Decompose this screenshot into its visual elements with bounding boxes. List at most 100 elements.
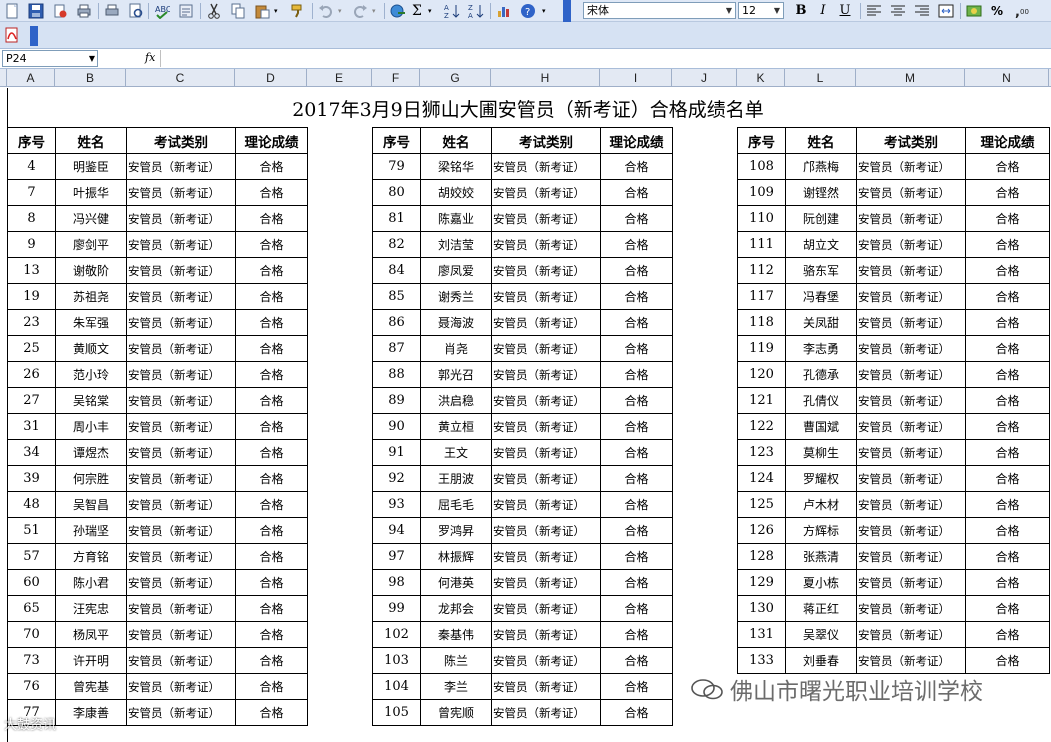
currency-icon[interactable] bbox=[966, 3, 982, 19]
score-cell[interactable]: 合格 bbox=[235, 621, 308, 648]
undo-dropdown-icon[interactable]: ▾ bbox=[338, 3, 346, 19]
name-cell[interactable]: 洪启稳 bbox=[420, 387, 492, 414]
category-cell[interactable]: 安管员（新考证） bbox=[856, 179, 966, 206]
category-cell[interactable]: 安管员（新考证） bbox=[491, 335, 601, 362]
format-painter-icon[interactable] bbox=[290, 3, 306, 19]
score-cell[interactable]: 合格 bbox=[965, 387, 1050, 414]
name-cell[interactable]: 方育铭 bbox=[55, 543, 127, 570]
category-cell[interactable]: 安管员（新考证） bbox=[856, 543, 966, 570]
category-cell[interactable]: 安管员（新考证） bbox=[491, 491, 601, 518]
category-cell[interactable]: 安管员（新考证） bbox=[856, 361, 966, 388]
seq-cell[interactable]: 112 bbox=[737, 257, 786, 284]
seq-cell[interactable]: 27 bbox=[7, 387, 56, 414]
score-cell[interactable]: 合格 bbox=[235, 257, 308, 284]
score-cell[interactable]: 合格 bbox=[600, 361, 673, 388]
insert-function-button[interactable]: fx bbox=[145, 51, 155, 64]
name-cell[interactable]: 李志勇 bbox=[785, 335, 857, 362]
worksheet[interactable]: 2017年3月9日狮山大圃安管员（新考证）合格成绩名单 序号 姓名 考试类别 理… bbox=[7, 88, 1050, 742]
name-cell[interactable]: 黄顺文 bbox=[55, 335, 127, 362]
name-cell[interactable]: 秦基伟 bbox=[420, 621, 492, 648]
name-cell[interactable]: 孙瑞坚 bbox=[55, 517, 127, 544]
font-name-select[interactable]: 宋体 ▼ bbox=[583, 2, 736, 19]
print-preview-icon[interactable] bbox=[104, 3, 120, 19]
chart-wizard-icon[interactable] bbox=[496, 3, 512, 19]
seq-cell[interactable]: 131 bbox=[737, 621, 786, 648]
category-cell[interactable]: 安管员（新考证） bbox=[126, 153, 236, 180]
score-cell[interactable]: 合格 bbox=[235, 413, 308, 440]
column-header-m[interactable]: M bbox=[856, 69, 965, 87]
score-cell[interactable]: 合格 bbox=[965, 153, 1050, 180]
seq-cell[interactable]: 85 bbox=[372, 283, 421, 310]
name-cell[interactable]: 卢木材 bbox=[785, 491, 857, 518]
seq-cell[interactable]: 8 bbox=[7, 205, 56, 232]
score-cell[interactable]: 合格 bbox=[235, 179, 308, 206]
score-cell[interactable]: 合格 bbox=[235, 569, 308, 596]
score-cell[interactable]: 合格 bbox=[965, 439, 1050, 466]
name-cell[interactable]: 莫柳生 bbox=[785, 439, 857, 466]
category-cell[interactable]: 安管员（新考证） bbox=[126, 231, 236, 258]
score-cell[interactable]: 合格 bbox=[965, 309, 1050, 336]
score-cell[interactable]: 合格 bbox=[600, 647, 673, 674]
category-cell[interactable]: 安管员（新考证） bbox=[856, 387, 966, 414]
score-cell[interactable]: 合格 bbox=[235, 543, 308, 570]
seq-cell[interactable]: 91 bbox=[372, 439, 421, 466]
seq-cell[interactable]: 76 bbox=[7, 673, 56, 700]
name-cell[interactable]: 梁铭华 bbox=[420, 153, 492, 180]
paste-icon[interactable] bbox=[254, 3, 270, 19]
category-cell[interactable]: 安管员（新考证） bbox=[856, 231, 966, 258]
score-cell[interactable]: 合格 bbox=[235, 387, 308, 414]
category-cell[interactable]: 安管员（新考证） bbox=[491, 621, 601, 648]
help-icon[interactable]: ? bbox=[520, 3, 536, 19]
name-cell[interactable]: 胡立文 bbox=[785, 231, 857, 258]
name-cell[interactable]: 郭光召 bbox=[420, 361, 492, 388]
category-cell[interactable]: 安管员（新考证） bbox=[491, 205, 601, 232]
seq-cell[interactable]: 120 bbox=[737, 361, 786, 388]
name-cell[interactable]: 苏祖尧 bbox=[55, 283, 127, 310]
score-cell[interactable]: 合格 bbox=[965, 543, 1050, 570]
formula-input[interactable] bbox=[160, 50, 1049, 67]
score-cell[interactable]: 合格 bbox=[600, 205, 673, 232]
column-header-l[interactable]: L bbox=[785, 69, 856, 87]
toolbar-grip[interactable] bbox=[30, 26, 38, 46]
category-cell[interactable]: 安管员（新考证） bbox=[491, 387, 601, 414]
category-cell[interactable]: 安管员（新考证） bbox=[126, 517, 236, 544]
column-header-f[interactable]: F bbox=[372, 69, 420, 87]
name-cell[interactable]: 谢敬阶 bbox=[55, 257, 127, 284]
category-cell[interactable]: 安管员（新考证） bbox=[856, 257, 966, 284]
name-cell[interactable]: 周小丰 bbox=[55, 413, 127, 440]
name-cell[interactable]: 叶振华 bbox=[55, 179, 127, 206]
pdf-convert-icon[interactable] bbox=[4, 27, 20, 43]
category-cell[interactable]: 安管员（新考证） bbox=[856, 309, 966, 336]
seq-cell[interactable]: 111 bbox=[737, 231, 786, 258]
score-cell[interactable]: 合格 bbox=[235, 699, 308, 726]
name-cell[interactable]: 屈毛毛 bbox=[420, 491, 492, 518]
percent-button[interactable]: % bbox=[988, 3, 1006, 19]
category-cell[interactable]: 安管员（新考证） bbox=[491, 673, 601, 700]
name-cell[interactable]: 谢秀兰 bbox=[420, 283, 492, 310]
paste-dropdown-icon[interactable]: ▾ bbox=[274, 3, 282, 19]
name-cell[interactable]: 廖剑平 bbox=[55, 231, 127, 258]
category-cell[interactable]: 安管员（新考证） bbox=[126, 465, 236, 492]
score-cell[interactable]: 合格 bbox=[235, 491, 308, 518]
score-cell[interactable]: 合格 bbox=[965, 335, 1050, 362]
name-cell[interactable]: 吴智昌 bbox=[55, 491, 127, 518]
name-cell[interactable]: 汪宪忠 bbox=[55, 595, 127, 622]
seq-cell[interactable]: 109 bbox=[737, 179, 786, 206]
category-cell[interactable]: 安管员（新考证） bbox=[491, 231, 601, 258]
score-cell[interactable]: 合格 bbox=[965, 205, 1050, 232]
category-cell[interactable]: 安管员（新考证） bbox=[491, 153, 601, 180]
seq-cell[interactable]: 125 bbox=[737, 491, 786, 518]
toolbar-options-icon[interactable]: ▾ bbox=[542, 3, 550, 19]
seq-cell[interactable]: 93 bbox=[372, 491, 421, 518]
font-size-select[interactable]: 12 ▼ bbox=[738, 2, 784, 19]
seq-cell[interactable]: 130 bbox=[737, 595, 786, 622]
score-cell[interactable]: 合格 bbox=[600, 569, 673, 596]
permission-icon[interactable] bbox=[52, 3, 68, 19]
seq-cell[interactable]: 4 bbox=[7, 153, 56, 180]
name-cell[interactable]: 冯春堡 bbox=[785, 283, 857, 310]
score-cell[interactable]: 合格 bbox=[965, 569, 1050, 596]
toolbar-grip[interactable] bbox=[563, 0, 571, 22]
category-cell[interactable]: 安管员（新考证） bbox=[491, 309, 601, 336]
category-cell[interactable]: 安管员（新考证） bbox=[126, 179, 236, 206]
seq-cell[interactable]: 119 bbox=[737, 335, 786, 362]
